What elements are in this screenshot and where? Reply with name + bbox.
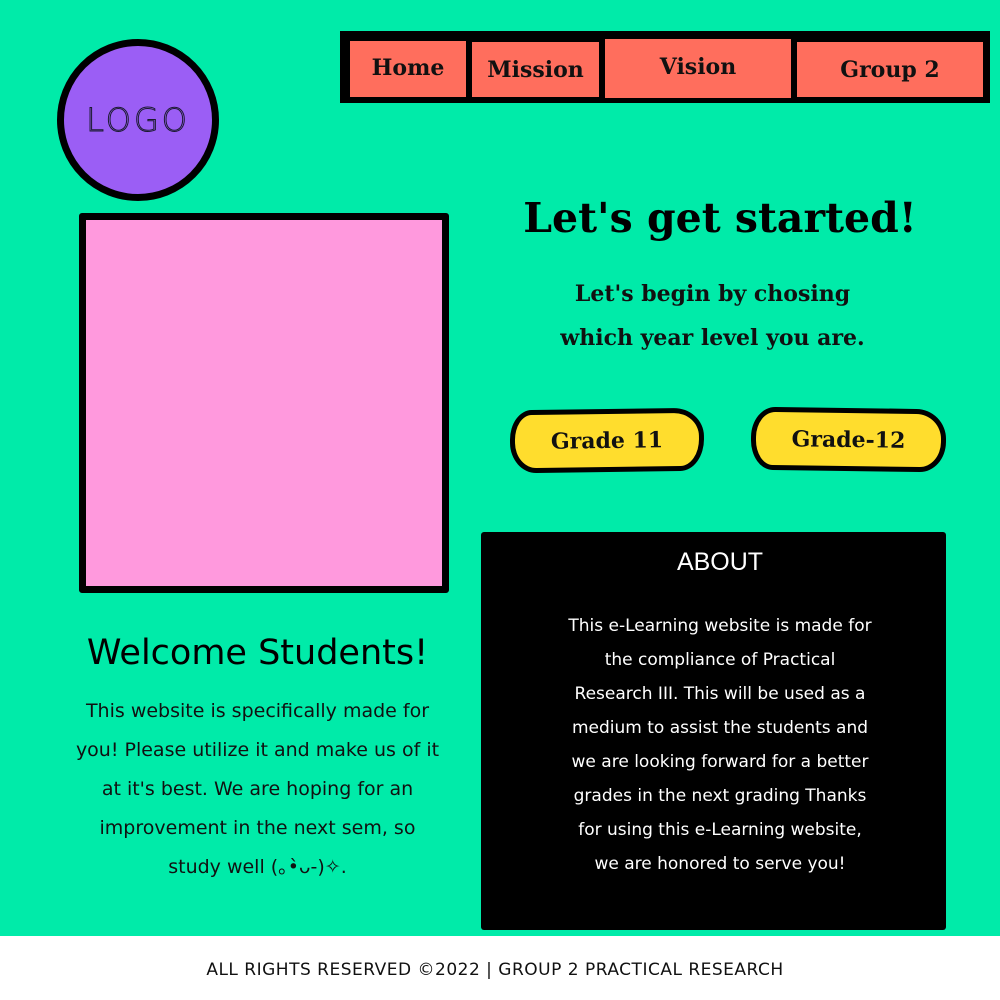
about-panel: ABOUT This e-Learning website is made fo… — [481, 532, 946, 930]
grade-12-button[interactable]: Grade-12 — [750, 406, 947, 473]
about-title: ABOUT — [676, 548, 764, 576]
hero-title: Let's get started! — [523, 194, 917, 242]
logo[interactable]: LOGO — [57, 39, 219, 201]
grade-11-label: Grade 11 — [550, 426, 664, 455]
hero-subtitle-line: which year level you are. — [560, 325, 865, 351]
nav-home[interactable]: Home — [347, 38, 469, 100]
nav-vision[interactable]: Vision — [602, 36, 794, 101]
about-text: This e-Learning website is made for the … — [481, 609, 959, 881]
welcome-text: This website is specifically made for yo… — [60, 692, 455, 887]
nav-group-2[interactable]: Group 2 — [794, 39, 986, 100]
nav-vision-label: Vision — [659, 54, 737, 80]
logo-text: LOGO — [86, 101, 190, 140]
nav-home-label: Home — [371, 54, 445, 81]
welcome-line: This website is specifically made for — [85, 700, 430, 722]
about-line: grades in the next grading Thanks — [573, 786, 867, 806]
about-line: the compliance of Practical — [604, 650, 836, 670]
welcome-line: at it's best. We are hoping for an — [101, 778, 414, 800]
about-line: This e-Learning website is made for — [568, 616, 872, 636]
hero-subtitle-line: Let's begin by chosing — [574, 281, 851, 307]
about-line: for using this e-Learning website, — [578, 820, 862, 840]
nav-bar: Home Mission Vision Group 2 — [340, 31, 990, 103]
grade-11-button[interactable]: Grade 11 — [509, 407, 705, 474]
footer: ALL RIGHTS RESERVED ©2022 | GROUP 2 PRAC… — [0, 936, 1000, 1000]
welcome-line: study well (｡•̀ᴗ-)✧. — [168, 856, 347, 878]
about-line: we are looking forward for a better — [571, 752, 869, 772]
welcome-title: Welcome Students! — [86, 633, 429, 673]
footer-text: ALL RIGHTS RESERVED ©2022 | GROUP 2 PRAC… — [206, 960, 784, 980]
about-line: medium to assist the students and — [571, 718, 869, 738]
welcome-line: you! Please utilize it and make us of it — [75, 739, 440, 761]
hero-subtitle: Let's begin by chosing which year level … — [520, 272, 905, 360]
image-placeholder — [79, 213, 449, 593]
nav-group-2-label: Group 2 — [840, 56, 940, 83]
nav-mission[interactable]: Mission — [469, 39, 602, 100]
grade-12-label: Grade-12 — [791, 425, 906, 454]
welcome-line: improvement in the next sem, so — [99, 817, 416, 839]
about-line: Research III. This will be used as a — [574, 684, 866, 704]
nav-mission-label: Mission — [487, 56, 584, 83]
about-line: we are honored to serve you! — [594, 854, 846, 874]
